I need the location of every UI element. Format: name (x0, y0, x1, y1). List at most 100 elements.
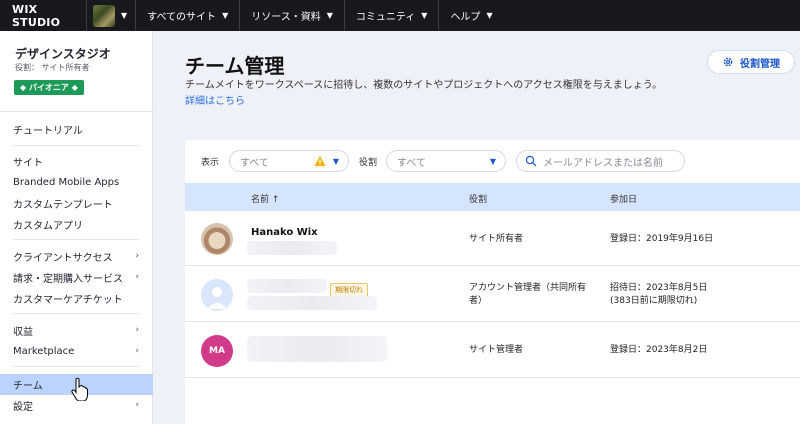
gear-icon (723, 57, 733, 67)
column-joined-header: 参加日 (610, 195, 638, 205)
chevron-down-icon: ▼ (489, 156, 496, 166)
sidebar-item-label: クライアントサクセス (13, 252, 113, 264)
menu-label: すべてのサイト (147, 12, 217, 23)
manage-roles-label: 役割管理 (740, 58, 780, 70)
show-filter-label: 表示 (201, 158, 220, 168)
table-row[interactable]: MA サイト管理者 登録日：2023年8月2日 (185, 323, 800, 378)
avatar (201, 279, 233, 311)
user-placeholder-icon (207, 287, 227, 309)
search-placeholder: メールアドレスまたは名前 (543, 157, 663, 169)
show-filter-value: すべて (240, 157, 269, 169)
chevron-down-icon: ▼ (121, 11, 128, 20)
member-role-line1: アカウント管理者（共同所有 (469, 283, 587, 293)
menu-all-sites[interactable]: すべてのサイト ▼ (136, 0, 241, 31)
studio-role: 役割： サイト所有者 (15, 63, 90, 72)
chevron-right-icon: › (135, 272, 139, 282)
blurred-email (247, 241, 337, 255)
chevron-down-icon: ▼ (421, 11, 428, 20)
avatar (201, 223, 233, 255)
sidebar-item-label: チュートリアル (13, 125, 83, 137)
sidebar-item-label: チーム (13, 380, 43, 392)
studio-name: デザインスタジオ (15, 47, 111, 61)
sidebar-item-care-tickets[interactable]: カスタマーケアチケット (13, 290, 139, 306)
manage-roles-button[interactable]: 役割管理 (707, 50, 795, 74)
menu-label: リソース・資料 (251, 12, 321, 23)
top-bar: WIX STUDIO ▼ すべてのサイト ▼ リソース・資料 ▼ コミュニティ ▼ ヘ… (0, 0, 800, 31)
divider (13, 239, 139, 240)
show-filter-select[interactable]: すべて ▼ (229, 150, 349, 172)
member-role: サイト管理者 (469, 345, 524, 355)
role-filter-value: すべて (397, 157, 426, 169)
menu-help[interactable]: ヘルプ ▼ (439, 0, 503, 31)
site-thumbnail (93, 4, 115, 27)
table-header: 名前 ↑ 役割 参加日 (185, 183, 800, 211)
sidebar-item-mobile-apps[interactable]: Branded Mobile Apps (13, 174, 139, 190)
sidebar-item-label: カスタムアプリ (13, 220, 83, 232)
pioneer-badge: ◆ パイオニア ◆ (14, 80, 84, 95)
learn-more-link[interactable]: 詳細はこちら (185, 92, 245, 107)
sidebar-item-tutorial[interactable]: チュートリアル (13, 121, 139, 137)
table-row[interactable]: Hanako Wix サイト所有者 登録日：2019年9月16日 (185, 211, 800, 266)
wix-studio-logo[interactable]: WIX STUDIO (12, 3, 86, 29)
member-role: アカウント管理者（共同所有 者） (469, 282, 586, 308)
sidebar-item-marketplace[interactable]: Marketplace › (13, 343, 139, 359)
sidebar-item-billing[interactable]: 請求・定期購入サービス › (13, 269, 139, 285)
sidebar-item-custom-apps[interactable]: カスタムアプリ (13, 216, 139, 232)
expired-badge: 期限切れ (330, 283, 368, 297)
sidebar-item-label: 収益 (13, 326, 33, 338)
divider (0, 111, 153, 112)
chevron-down-icon: ▼ (486, 11, 493, 20)
role-filter-label: 役割 (359, 158, 378, 168)
member-joined: 登録日：2019年9月16日 (610, 234, 714, 244)
blurred-name (247, 279, 327, 293)
menu-resources[interactable]: リソース・資料 ▼ (240, 0, 345, 31)
divider (13, 145, 139, 146)
chevron-down-icon: ▼ (332, 156, 339, 166)
avatar: MA (201, 335, 233, 367)
sidebar-item-revenue[interactable]: 収益 › (13, 322, 139, 338)
page-description: チームメイトをワークスペースに招待し、複数のサイトやプロジェクトへのアクセス権限… (185, 80, 663, 91)
column-role-header: 役割 (469, 195, 488, 205)
invite-expiry: (383日前に期限切れ) (610, 296, 698, 306)
sidebar-item-label: Branded Mobile Apps (13, 176, 120, 188)
site-switcher[interactable]: ▼ (86, 0, 137, 31)
sidebar-item-label: カスタムテンプレート (13, 199, 113, 211)
chevron-down-icon: ▼ (222, 11, 229, 20)
search-icon (525, 155, 537, 167)
top-menu: すべてのサイト ▼ リソース・資料 ▼ コミュニティ ▼ ヘルプ ▼ (136, 0, 503, 31)
chevron-down-icon: ▼ (326, 11, 333, 20)
sidebar-item-custom-templates[interactable]: カスタムテンプレート (13, 195, 139, 211)
search-input[interactable]: メールアドレスまたは名前 (516, 150, 685, 172)
sidebar-item-label: 請求・定期購入サービス (13, 273, 123, 285)
sidebar-item-label: Marketplace (13, 345, 75, 357)
divider (13, 313, 139, 314)
member-role-line2: 者） (469, 296, 488, 306)
sidebar-item-client-success[interactable]: クライアントサクセス › (13, 248, 139, 264)
menu-label: ヘルプ (450, 12, 481, 23)
menu-label: コミュニティ (355, 12, 416, 23)
blurred-name (247, 336, 387, 362)
sidebar-item-sites[interactable]: サイト (13, 153, 139, 169)
member-joined: 招待日：2023年8月5日 (383日前に期限切れ) (610, 282, 707, 308)
sidebar: デザインスタジオ 役割： サイト所有者 ◆ パイオニア ◆ チュートリアル サイ… (0, 31, 153, 424)
menu-community[interactable]: コミュニティ ▼ (345, 0, 440, 31)
member-name: Hanako Wix (251, 227, 318, 238)
member-joined: 登録日：2023年8月2日 (610, 345, 708, 355)
sidebar-item-label: 設定 (13, 401, 33, 413)
page-title: チーム管理 (185, 54, 285, 78)
chevron-right-icon: › (135, 346, 139, 356)
hand-cursor-icon (71, 377, 88, 401)
column-name-header[interactable]: 名前 ↑ (251, 192, 279, 205)
team-panel: 表示 すべて ▼ 役割 すべて ▼ メールアドレスまたは名前 名前 ↑ 役割 参… (185, 140, 800, 424)
chevron-right-icon: › (135, 251, 139, 261)
blurred-email (247, 296, 377, 310)
role-filter-select[interactable]: すべて ▼ (386, 150, 506, 172)
invite-date: 招待日：2023年8月5日 (610, 283, 708, 293)
divider (13, 366, 139, 367)
member-role: サイト所有者 (469, 234, 524, 244)
warning-icon (314, 156, 326, 166)
sidebar-item-label: カスタマーケアチケット (13, 294, 123, 306)
chevron-right-icon: › (135, 400, 139, 410)
chevron-right-icon: › (135, 325, 139, 335)
table-row[interactable]: 期限切れ アカウント管理者（共同所有 者） 招待日：2023年8月5日 (383… (185, 267, 800, 322)
